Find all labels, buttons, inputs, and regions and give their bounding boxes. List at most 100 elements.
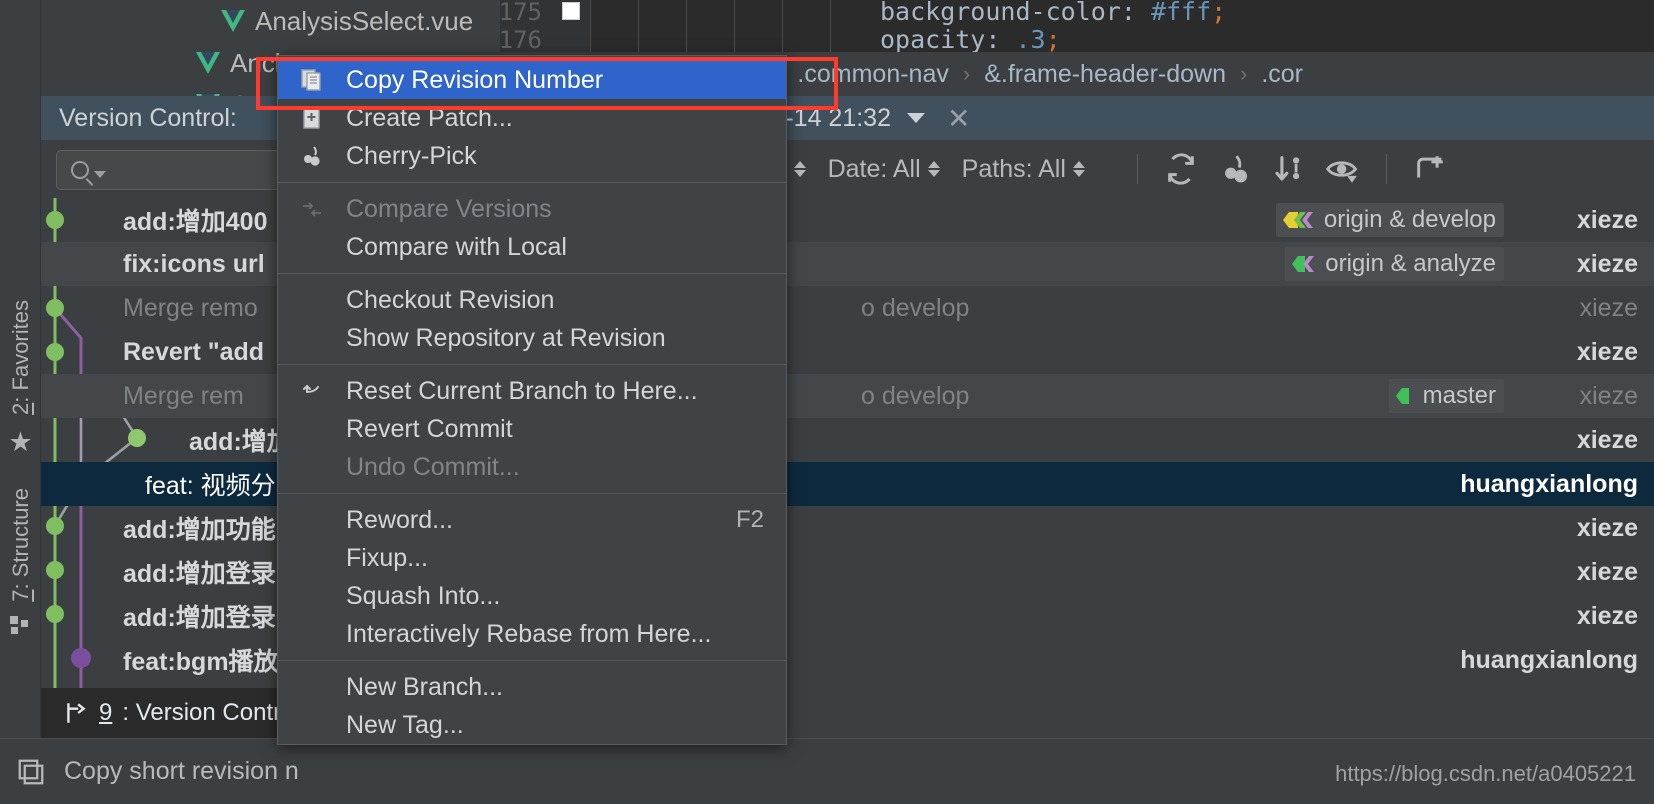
blank-icon xyxy=(300,287,332,313)
commit-author: xieze xyxy=(1576,425,1638,454)
commit-author: huangxianlong xyxy=(1460,645,1638,674)
search-icon xyxy=(71,161,89,179)
date-filter[interactable]: Date: All xyxy=(828,155,940,184)
breadcrumb-item[interactable]: &.frame-header-down xyxy=(984,60,1226,89)
css-property: background-color: xyxy=(880,0,1136,26)
chevron-right-icon: › xyxy=(1240,61,1248,86)
line-number: 176 xyxy=(498,26,542,54)
menu-item-label: Copy Revision Number xyxy=(346,65,604,94)
refresh-icon[interactable] xyxy=(1154,147,1208,191)
fold-marker-icon[interactable] xyxy=(562,2,580,20)
commit-message: add:增加400 xyxy=(123,208,268,236)
blank-icon xyxy=(300,507,332,533)
menu-item-undo-commit[interactable]: Undo Commit... xyxy=(278,448,786,486)
editor-gutter[interactable]: 175 176 xyxy=(498,0,590,54)
menu-item-shortcut: F2 xyxy=(735,506,764,533)
status-bar: Copy short revision n https://blog.csdn.… xyxy=(0,738,1654,804)
commit-author: xieze xyxy=(1576,601,1638,630)
paths-filter[interactable]: Paths: All xyxy=(962,155,1085,184)
favorites-label: 2: Favorites xyxy=(7,300,33,415)
tag-icon xyxy=(1395,385,1415,407)
menu-item-new-branch[interactable]: New Branch... xyxy=(278,668,786,706)
ide-window: AnalysisSelect.vue Anchor.vue ComCh... 1… xyxy=(0,0,1654,804)
menu-item-label: Checkout Revision xyxy=(346,285,555,314)
commit-author: xieze xyxy=(1579,293,1638,322)
menu-item-label: Reset Current Branch to Here... xyxy=(346,376,698,405)
menu-item-compare-versions[interactable]: Compare Versions xyxy=(278,190,786,228)
commit-message: Revert "add xyxy=(123,337,265,366)
menu-item-label: Show Repository at Revision xyxy=(346,323,666,352)
eye-icon[interactable] xyxy=(1316,147,1370,191)
status-message: Copy short revision n xyxy=(64,757,299,785)
blank-icon xyxy=(300,234,332,260)
menu-separator xyxy=(278,660,786,661)
menu-item-cherry-pick[interactable]: Cherry-Pick xyxy=(278,137,786,175)
menu-item-copy-revision-number[interactable]: Copy Revision Number xyxy=(278,61,786,99)
menu-item-revert-commit[interactable]: Revert Commit xyxy=(278,410,786,448)
tag-icon xyxy=(1282,209,1316,231)
menu-item-show-repository-at-revision[interactable]: Show Repository at Revision xyxy=(278,319,786,357)
menu-item-reword[interactable]: Reword... F2 xyxy=(278,501,786,539)
tool-window-button-version-control[interactable]: 9: Version Contro xyxy=(41,688,317,738)
css-value: #fff xyxy=(1150,0,1212,26)
spinner-icon xyxy=(1072,161,1085,177)
menu-item-fixup[interactable]: Fixup... xyxy=(278,539,786,577)
blank-icon xyxy=(300,583,332,609)
sort-icon[interactable] xyxy=(1262,147,1316,191)
code-editor-pane[interactable]: 175 176 background-color: #fff; opacity:… xyxy=(498,0,1654,54)
menu-item-squash-into[interactable]: Squash Into... xyxy=(278,577,786,615)
branch-ref-chip[interactable]: master xyxy=(1388,379,1504,413)
menu-item-label: Undo Commit... xyxy=(346,452,520,481)
css-value: .3 xyxy=(1015,25,1046,54)
context-menu[interactable]: Copy Revision Number Create Patch... Che… xyxy=(277,55,787,745)
commit-author: huangxianlong xyxy=(1460,469,1638,498)
menu-item-compare-with-local[interactable]: Compare with Local xyxy=(278,228,786,266)
indent-guides xyxy=(590,0,880,52)
structure-label: 7: Structure xyxy=(7,487,33,602)
paths-filter-label: Paths: All xyxy=(961,154,1066,183)
blank-icon xyxy=(300,712,332,738)
sidebar-item-structure[interactable]: 7: Structure xyxy=(8,488,34,642)
toolbar-divider xyxy=(1137,154,1138,184)
commit-message: add:增加登录 xyxy=(123,604,276,632)
vue-icon xyxy=(196,52,220,74)
blank-icon xyxy=(300,545,332,571)
branch-ref-label: master xyxy=(1422,382,1496,409)
left-strip-items: 2: Favorites ★ 7: Structure xyxy=(0,300,41,642)
chevron-down-icon[interactable] xyxy=(906,113,925,123)
menu-item-label: Reword... xyxy=(346,505,453,534)
menu-separator xyxy=(278,493,786,494)
blank-icon xyxy=(300,674,332,700)
commit-author: xieze xyxy=(1576,249,1638,278)
sidebar-item-favorites[interactable]: 2: Favorites ★ xyxy=(8,300,34,458)
chevron-down-icon[interactable] xyxy=(94,170,106,178)
blank-icon xyxy=(300,454,332,480)
menu-item-label: Squash Into... xyxy=(346,581,501,610)
cherry-pick-icon[interactable] xyxy=(1208,147,1262,191)
project-file-item[interactable]: AnalysisSelect.vue xyxy=(41,0,500,42)
menu-item-label: Fixup... xyxy=(346,543,428,572)
menu-item-label: Revert Commit xyxy=(346,414,513,443)
blank-icon xyxy=(300,416,332,442)
tool-window-label: : Version Contro xyxy=(122,699,295,726)
menu-item-interactively-rebase-from-here[interactable]: Interactively Rebase from Here... xyxy=(278,615,786,653)
branch-ref-chip[interactable]: origin & analyze xyxy=(1285,247,1504,281)
left-tool-strip: 2: Favorites ★ 7: Structure xyxy=(0,0,41,738)
commit-author: xieze xyxy=(1576,337,1638,366)
star-icon: ★ xyxy=(8,426,33,457)
new-tab-icon[interactable] xyxy=(1403,147,1457,191)
breadcrumb-item[interactable]: .common-nav xyxy=(797,60,948,89)
menu-item-checkout-revision[interactable]: Checkout Revision xyxy=(278,281,786,319)
close-icon[interactable]: ✕ xyxy=(947,102,970,135)
chevron-right-icon: › xyxy=(962,61,971,86)
breadcrumb-item[interactable]: .cor xyxy=(1261,60,1303,89)
code-lines: background-color: #fff; opacity: .3; xyxy=(590,0,1654,54)
menu-item-new-tag[interactable]: New Tag... xyxy=(278,706,786,744)
menu-item-reset-current-branch-to-here[interactable]: Reset Current Branch to Here... xyxy=(278,372,786,410)
branch-ref-chip[interactable]: origin & develop xyxy=(1275,203,1504,237)
menu-item-create-patch[interactable]: Create Patch... xyxy=(278,99,786,137)
menu-item-label: New Branch... xyxy=(346,672,504,701)
menu-item-label: Compare with Local xyxy=(346,232,567,261)
vue-icon xyxy=(221,10,245,32)
menu-separator xyxy=(278,273,786,274)
